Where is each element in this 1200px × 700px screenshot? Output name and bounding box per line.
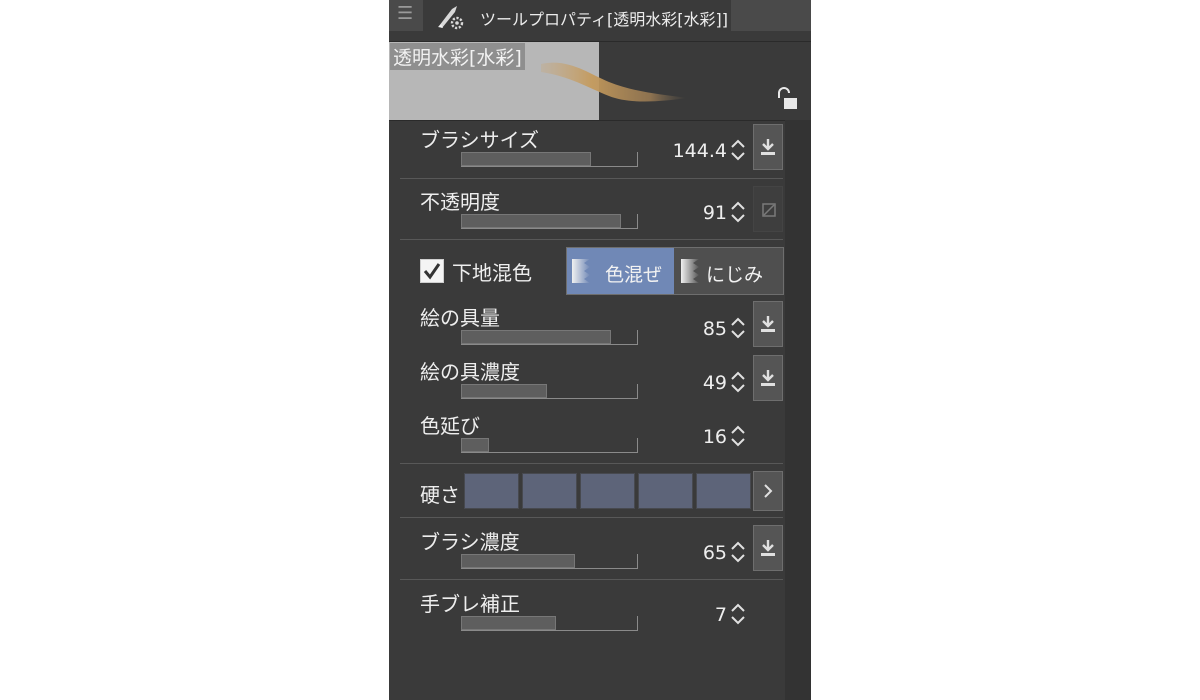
divider — [400, 239, 783, 240]
hardness-level-2[interactable] — [522, 473, 577, 509]
download-icon — [761, 540, 775, 556]
brush-stroke-sample — [541, 62, 687, 102]
divider — [400, 463, 783, 464]
color-stretch-spinner-icon[interactable] — [730, 424, 746, 448]
color-mix-icon — [572, 259, 590, 283]
bleed-icon — [681, 259, 699, 283]
paint-amount-slider[interactable] — [461, 330, 638, 345]
brush-density-pressure-button[interactable] — [753, 525, 783, 571]
paint-density-spinner-icon[interactable] — [730, 370, 746, 394]
preview-tool-name: 透明水彩[水彩] — [390, 43, 525, 70]
stabilization-row: 手ブレ補正 7 — [389, 584, 785, 640]
opacity-slider[interactable] — [461, 214, 638, 229]
paint-density-slider[interactable] — [461, 384, 638, 399]
tool-property-icon — [438, 6, 464, 30]
tab-title: ツールプロパティ[透明水彩[水彩]] — [480, 10, 729, 29]
paint-density-slider-fill — [461, 384, 548, 398]
divider — [400, 579, 783, 580]
unlock-icon[interactable] — [775, 86, 799, 112]
color-stretch-row: 色延び 16 — [389, 406, 785, 462]
checkmark-icon — [423, 263, 441, 280]
opacity-row: 不透明度 91 — [389, 180, 785, 238]
brush-density-row: ブラシ濃度 65 — [389, 522, 785, 578]
brush-density-spinner-icon[interactable] — [730, 540, 746, 564]
menu-icon[interactable]: ☰ — [397, 5, 413, 23]
paint-amount-slider-fill — [461, 330, 611, 344]
stabilization-slider-fill — [461, 616, 557, 630]
paint-density-value[interactable]: 49 — [703, 372, 727, 394]
opacity-pressure-button — [753, 186, 783, 232]
brush-size-label: ブラシサイズ — [420, 128, 539, 152]
brush-size-pressure-button[interactable] — [753, 124, 783, 170]
hardness-label: 硬さ — [420, 483, 460, 507]
stabilization-spinner-icon[interactable] — [730, 602, 746, 626]
blend-option-mix-label: 色混ぜ — [605, 264, 663, 286]
chevron-right-icon — [764, 484, 773, 498]
stabilization-value[interactable]: 7 — [715, 604, 727, 626]
blend-option-bleed-label: にじみ — [706, 264, 764, 286]
blend-mode-toggle: 色混ぜ にじみ — [566, 247, 784, 295]
brush-size-slider[interactable] — [461, 152, 638, 167]
blend-option-bleed[interactable]: にじみ — [674, 248, 783, 294]
tool-property-panel: ☰ ツールプロパティ[透明水彩[水彩]] 透明水彩[水彩] ブラシサイズ 144… — [389, 0, 811, 700]
blend-label: 下地混色 — [452, 261, 532, 285]
hardness-level-5[interactable] — [696, 473, 751, 509]
hardness-level-3[interactable] — [580, 473, 635, 509]
blend-checkbox[interactable] — [420, 259, 444, 283]
divider — [400, 178, 783, 179]
paint-amount-label: 絵の具量 — [420, 306, 500, 330]
color-stretch-slider[interactable] — [461, 438, 638, 453]
disabled-icon — [762, 203, 776, 217]
brush-density-label: ブラシ濃度 — [420, 530, 520, 554]
paint-amount-value[interactable]: 85 — [703, 318, 727, 340]
brush-density-value[interactable]: 65 — [703, 542, 727, 564]
paint-amount-row: 絵の具量 85 — [389, 298, 785, 352]
color-stretch-slider-fill — [461, 438, 490, 452]
brush-preview: 透明水彩[水彩] — [389, 41, 811, 121]
paint-density-row: 絵の具濃度 49 — [389, 352, 785, 406]
tool-property-tab[interactable]: ツールプロパティ[透明水彩[水彩]] — [423, 0, 731, 31]
paint-density-label: 絵の具濃度 — [420, 360, 520, 384]
color-stretch-label: 色延び — [420, 414, 480, 438]
brush-size-row: ブラシサイズ 144.4 — [389, 120, 785, 178]
hardness-next-button[interactable] — [753, 471, 783, 511]
paint-density-pressure-button[interactable] — [753, 355, 783, 401]
title-bar: ☰ ツールプロパティ[透明水彩[水彩]] — [389, 0, 811, 31]
stabilization-label: 手ブレ補正 — [420, 592, 520, 616]
stabilization-slider[interactable] — [461, 616, 638, 631]
opacity-slider-fill — [461, 214, 622, 228]
opacity-spinner-icon[interactable] — [730, 200, 746, 224]
scrollbar[interactable] — [785, 120, 811, 700]
brush-size-spinner-icon[interactable] — [730, 138, 746, 162]
opacity-value[interactable]: 91 — [703, 202, 727, 224]
download-icon — [761, 370, 775, 386]
hardness-level-1[interactable] — [464, 473, 519, 509]
opacity-label: 不透明度 — [420, 190, 500, 214]
brush-size-value[interactable]: 144.4 — [673, 140, 727, 162]
download-icon — [761, 139, 775, 155]
blend-option-mix[interactable]: 色混ぜ — [567, 248, 674, 294]
color-stretch-value[interactable]: 16 — [703, 426, 727, 448]
divider — [400, 517, 783, 518]
brush-size-slider-fill — [461, 152, 592, 166]
brush-density-slider-fill — [461, 554, 576, 568]
download-icon — [761, 316, 775, 332]
brush-density-slider[interactable] — [461, 554, 638, 569]
paint-amount-pressure-button[interactable] — [753, 301, 783, 347]
paint-amount-spinner-icon[interactable] — [730, 316, 746, 340]
hardness-level-4[interactable] — [638, 473, 693, 509]
